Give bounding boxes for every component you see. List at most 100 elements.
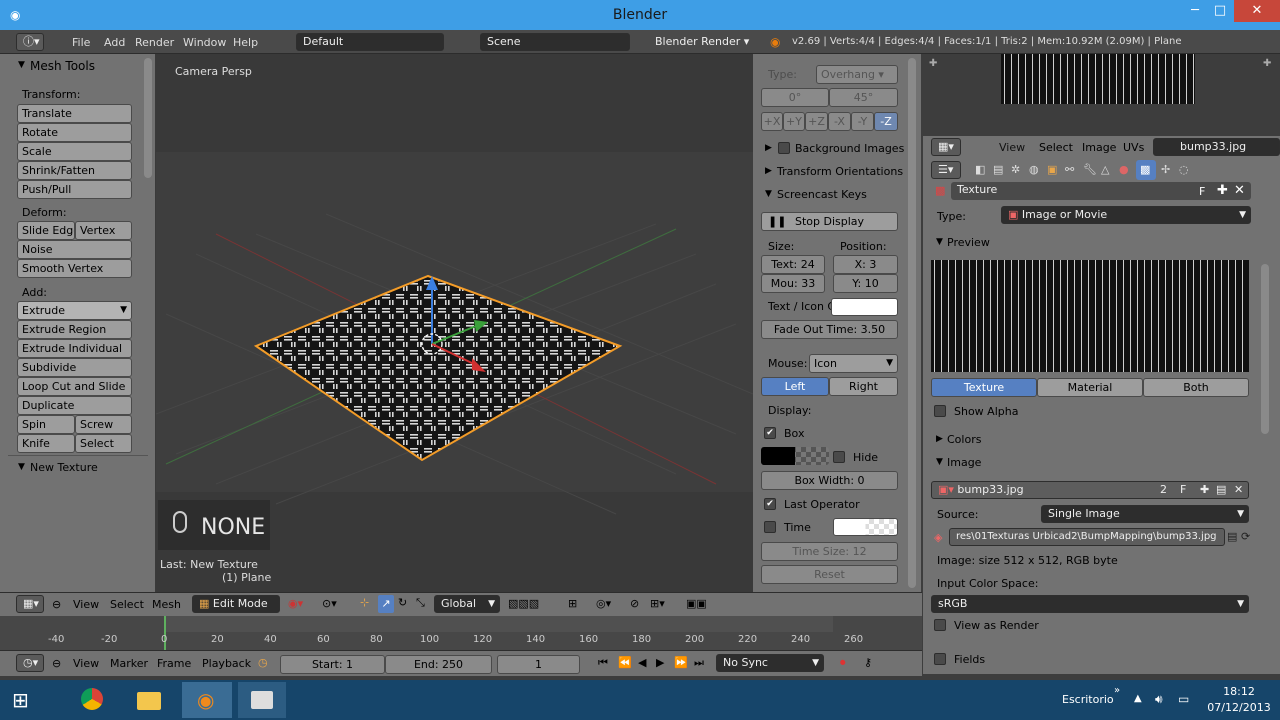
constraints-tab-icon[interactable]: ⚯	[1065, 163, 1074, 176]
scale-button[interactable]: Scale	[17, 142, 132, 161]
desktop-toolbar-label[interactable]: Escritorio	[1062, 693, 1114, 706]
end-frame-field[interactable]: End: 250	[385, 655, 492, 674]
time-size-field[interactable]: Time Size: 12	[761, 542, 898, 561]
reload-image-icon[interactable]: ⟳	[1241, 530, 1250, 543]
chrome-taskbar-button[interactable]	[70, 682, 114, 718]
angle-min-field[interactable]: 0°	[761, 88, 829, 107]
unlink-texture-icon[interactable]: ✕	[1234, 183, 1245, 198]
snap-icon[interactable]: ⊘	[630, 597, 639, 610]
editor-type-timeline-icon[interactable]: ◷▾	[16, 654, 44, 672]
texture-tab-button[interactable]: ▩	[1136, 160, 1156, 180]
menu-window[interactable]: Window	[183, 36, 226, 49]
translate-button[interactable]: Translate	[17, 104, 132, 123]
menu-timeline-view[interactable]: View	[73, 657, 99, 670]
text-icon-color-swatch[interactable]	[831, 298, 898, 316]
preview-header[interactable]: Preview	[947, 236, 990, 249]
axis-minus-y-button[interactable]: -Y	[851, 112, 874, 131]
manipulator-scale-icon[interactable]: ⤡	[416, 596, 425, 610]
orientation-selector[interactable]: Global ▼	[434, 595, 500, 613]
area-split-plus-icon[interactable]: ✚	[1263, 58, 1271, 69]
image-filepath-field[interactable]: res\01Texturas Urbicad2\BumpMapping\bump…	[949, 528, 1225, 546]
menu-uvs[interactable]: UVs	[1123, 141, 1144, 154]
jump-end-icon[interactable]: ⏭	[694, 656, 704, 670]
new-image-plus-icon[interactable]: ✚	[1200, 482, 1209, 498]
expand-triangle-icon[interactable]: ▶	[765, 143, 772, 153]
extrude-individual-button[interactable]: Extrude Individual	[17, 339, 132, 358]
source-dropdown[interactable]: Single Image ▼	[1041, 505, 1249, 523]
manipulator-toggle-icon[interactable]: ↗	[378, 595, 394, 613]
axis-minus-x-button[interactable]: -X	[828, 112, 851, 131]
play-icon[interactable]: ▶	[656, 656, 664, 669]
extrude-menu-button[interactable]: Extrude ▼	[17, 301, 132, 320]
explorer-taskbar-button[interactable]	[126, 682, 170, 718]
editor-type-info-icon[interactable]: ⓘ▾	[16, 33, 44, 51]
image-datablock-selector[interactable]: ▣▾ bump33.jpg 2 F ✚ ▤ ✕	[931, 481, 1249, 499]
render-engine-selector[interactable]: Blender Render ▾	[648, 33, 752, 51]
noise-button[interactable]: Noise	[17, 240, 132, 259]
properties-scrollbar[interactable]	[908, 58, 916, 588]
layout-selector[interactable]: Default	[296, 33, 444, 51]
subdivide-button[interactable]: Subdivide	[17, 358, 132, 377]
right-toggle[interactable]: Right	[829, 377, 898, 396]
menu-frame[interactable]: Frame	[157, 657, 191, 670]
push-pull-button[interactable]: Push/Pull	[17, 180, 132, 199]
collapse-triangle-icon[interactable]: ▼	[18, 60, 25, 70]
axis-minus-z-button[interactable]: -Z	[874, 112, 898, 131]
jump-prev-keyframe-icon[interactable]: ⏪	[618, 656, 632, 669]
background-images-checkbox[interactable]	[778, 142, 790, 154]
3d-viewport[interactable]: Camera Persp NONE Last: New Texture (1) …	[156, 54, 753, 592]
record-icon[interactable]: ⏺	[840, 656, 846, 670]
world-tab-icon[interactable]: ◍	[1029, 163, 1039, 176]
spin-button[interactable]: Spin	[17, 415, 75, 434]
axis-plus-z-button[interactable]: +Z	[805, 112, 828, 131]
time-checkbox[interactable]	[764, 521, 776, 533]
preview-texture-tab[interactable]: Texture	[931, 378, 1037, 397]
close-button[interactable]: ✕	[1234, 0, 1280, 22]
mesh-tools-header[interactable]: Mesh Tools	[30, 59, 95, 73]
image-header[interactable]: Image	[947, 456, 981, 469]
menu-add[interactable]: Add	[104, 36, 125, 49]
play-reverse-icon[interactable]: ◀	[638, 656, 646, 669]
fade-out-time-field[interactable]: Fade Out Time: 3.50	[761, 320, 898, 339]
extrude-region-button[interactable]: Extrude Region	[17, 320, 132, 339]
data-tab-icon[interactable]: △	[1101, 163, 1109, 176]
render-preview-icon[interactable]: ▣▣	[686, 597, 707, 610]
area-split-plus-icon[interactable]: ✚	[929, 58, 937, 69]
tray-expand-icon[interactable]: ▲	[1134, 693, 1142, 704]
scene-tab-icon[interactable]: ✲	[1011, 163, 1020, 176]
menu-marker[interactable]: Marker	[110, 657, 148, 670]
expand-triangle-icon[interactable]: ▶	[936, 434, 943, 444]
collapse-triangle-icon[interactable]: ▼	[936, 237, 943, 247]
menu-uv-view[interactable]: View	[999, 141, 1025, 154]
layers-icon[interactable]: ▧▧▧	[508, 597, 539, 610]
viewport-shading-icon[interactable]: ◉▾	[288, 597, 303, 610]
last-operator-checkbox[interactable]: ✔	[764, 498, 776, 510]
preview-material-tab[interactable]: Material	[1037, 378, 1143, 397]
app-taskbar-button[interactable]	[238, 682, 286, 718]
background-images-header[interactable]: Background Images	[795, 142, 904, 155]
loop-cut-button[interactable]: Loop Cut and Slide	[17, 377, 132, 396]
stop-display-button[interactable]: ❚❚ Stop Display	[761, 212, 898, 231]
colors-header[interactable]: Colors	[947, 433, 981, 446]
position-y-field[interactable]: Y: 10	[833, 274, 898, 293]
render-tab-icon[interactable]: ◧	[975, 163, 985, 176]
editor-type-image-icon[interactable]: ▦▾	[931, 138, 961, 156]
transform-orientations-header[interactable]: Transform Orientations	[777, 165, 903, 178]
unlink-image-icon[interactable]: ✕	[1234, 482, 1243, 498]
fake-user-button[interactable]: F	[1199, 185, 1205, 198]
new-texture-header[interactable]: New Texture	[30, 461, 98, 474]
menu-select[interactable]: Select	[110, 598, 144, 611]
menu-file[interactable]: File	[72, 36, 90, 49]
box-checkbox[interactable]: ✔	[764, 427, 776, 439]
left-toggle[interactable]: Left	[761, 377, 829, 396]
color-space-dropdown[interactable]: sRGB ▼	[931, 595, 1249, 613]
position-x-field[interactable]: X: 3	[833, 255, 898, 274]
reset-button[interactable]: Reset	[761, 565, 898, 584]
slide-edge-button[interactable]: Slide Edge	[17, 221, 75, 240]
show-alpha-checkbox[interactable]	[934, 405, 946, 417]
box-width-field[interactable]: Box Width: 0	[761, 471, 898, 490]
axis-plus-x-button[interactable]: +X	[761, 112, 783, 131]
header-collapse-icon[interactable]: ⊖	[52, 657, 61, 670]
knife-select-button[interactable]: Select	[75, 434, 132, 453]
box-color-swatch[interactable]	[761, 447, 829, 465]
